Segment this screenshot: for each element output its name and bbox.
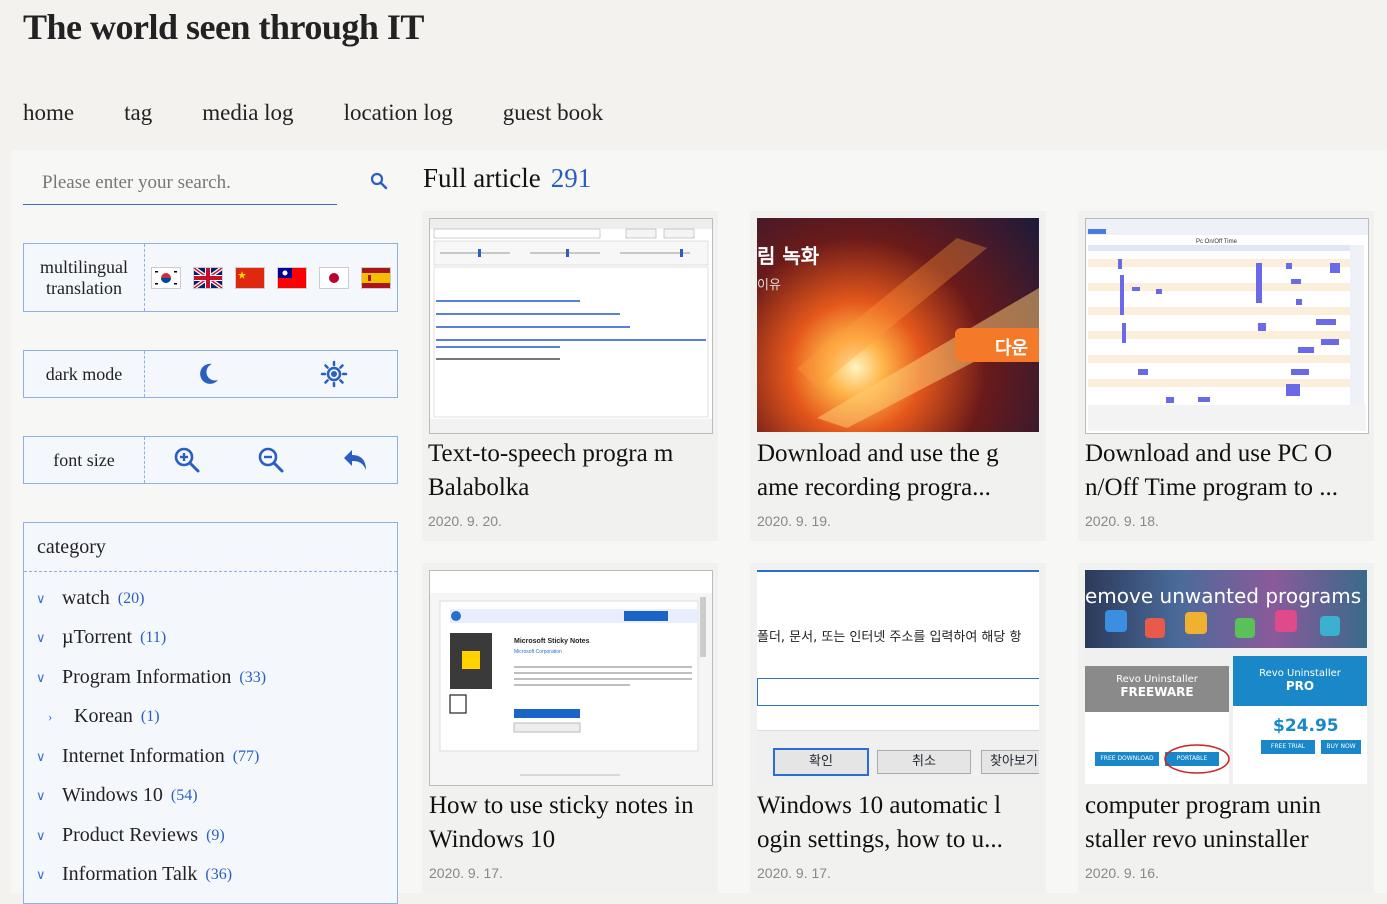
zoom-out-icon[interactable]: [257, 446, 285, 474]
thumb-browse-button: 찾아보기: [981, 750, 1039, 774]
reset-arrow-icon[interactable]: [341, 447, 369, 473]
flag-china-icon[interactable]: [235, 266, 265, 289]
category-name: Information Talk: [62, 863, 198, 885]
category-item-internet-information[interactable]: ∨ Internet Information (77): [36, 745, 259, 768]
dark-mode-box: dark mode: [23, 350, 398, 398]
article-thumbnail[interactable]: emove unwanted programs Revo Uninstaller…: [1085, 570, 1367, 784]
thumb-overlay-subtext: 이유: [757, 278, 781, 293]
category-item-information-talk[interactable]: ∨ Information Talk (36): [36, 863, 232, 886]
thumb-app-vendor: Microsoft Corporation: [514, 649, 562, 655]
chevron-down-icon: ∨: [36, 866, 46, 882]
main-nav: home tag media log location log guest bo…: [23, 100, 653, 126]
article-title[interactable]: Download and use the g ame recording pro…: [757, 437, 1041, 505]
category-count: (36): [205, 865, 233, 883]
category-count: (20): [117, 589, 145, 607]
nav-media-log[interactable]: media log: [202, 100, 293, 126]
category-item-program-information[interactable]: ∨ Program Information (33): [36, 666, 266, 689]
thumb-dialog-text: 폴더, 문서, 또는 인터넷 주소를 입력하여 해당 항: [757, 630, 1022, 645]
page-title: Full article 291: [423, 163, 591, 194]
article-title[interactable]: computer program unin staller revo unins…: [1085, 789, 1369, 857]
chevron-down-icon: ∨: [36, 827, 46, 843]
category-name: Product Reviews: [62, 824, 199, 846]
dark-mode-label: dark mode: [24, 351, 145, 397]
category-item-korean[interactable]: › Korean (1): [48, 705, 160, 728]
chevron-right-icon: ›: [48, 708, 53, 724]
flag-spain-icon[interactable]: [361, 266, 391, 289]
nav-home[interactable]: home: [23, 100, 74, 126]
thumb-ok-button: 확인: [773, 748, 869, 776]
article-thumbnail[interactable]: [429, 218, 713, 434]
heading-label: Full article: [423, 163, 541, 193]
translation-box: multilingual translation: [23, 243, 398, 312]
category-name: watch: [62, 587, 110, 609]
category-count: (33): [239, 668, 267, 686]
thumb-cancel-button: 취소: [877, 750, 971, 774]
chevron-down-icon: ∨: [36, 787, 46, 803]
category-name: Program Information: [62, 666, 232, 688]
category-item-watch[interactable]: ∨ watch (20): [36, 587, 144, 610]
category-count: (77): [232, 747, 260, 765]
translation-label: multilingual translation: [24, 244, 145, 311]
category-count: (11): [140, 628, 167, 646]
category-box: category ∨ watch (20) ∨ µTorrent (11) ∨ Progr…: [23, 522, 398, 904]
nav-guest-book[interactable]: guest book: [503, 100, 603, 126]
chevron-down-icon: ∨: [36, 590, 46, 606]
article-thumbnail[interactable]: 폴더, 문서, 또는 인터넷 주소를 입력하여 해당 항 확인 취소 찾아보기: [757, 570, 1039, 786]
chevron-down-icon: ∨: [36, 748, 46, 764]
article-title[interactable]: Windows 10 automatic l ogin settings, ho…: [757, 789, 1041, 857]
font-size-box: font size: [23, 436, 398, 484]
search-icon[interactable]: [370, 172, 388, 190]
thumb-download-label: 다운: [995, 338, 1029, 359]
font-size-label: font size: [24, 437, 145, 483]
article-count: 291: [550, 163, 592, 193]
sun-icon[interactable]: [320, 360, 348, 388]
article-date: 2020. 9. 20.: [428, 513, 502, 529]
site-title[interactable]: The world seen through IT: [23, 6, 424, 48]
article-title[interactable]: Text-to-speech progra m Balabolka: [428, 437, 712, 505]
nav-location-log[interactable]: location log: [344, 100, 453, 126]
article-date: 2020. 9. 19.: [757, 513, 831, 529]
article-date: 2020. 9. 17.: [757, 865, 831, 881]
thumb-free-trial: FREE TRIAL: [1261, 740, 1315, 754]
thumb-input: [757, 678, 1039, 706]
moon-icon[interactable]: [195, 361, 221, 387]
thumb-overlay-text: 림 녹화: [757, 244, 820, 268]
article-title[interactable]: How to use sticky notes in Windows 10: [429, 789, 713, 857]
nav-tag[interactable]: tag: [124, 100, 152, 126]
article-date: 2020. 9. 18.: [1085, 513, 1159, 529]
flag-japan-icon[interactable]: [319, 266, 349, 289]
article-date: 2020. 9. 17.: [429, 865, 503, 881]
category-name: Korean: [74, 705, 133, 727]
search-input[interactable]: Please enter your search.: [23, 160, 337, 205]
category-count: (9): [206, 826, 225, 844]
category-item-product-reviews[interactable]: ∨ Product Reviews (9): [36, 824, 225, 847]
article-thumbnail[interactable]: Pc On/Off Time: [1085, 218, 1369, 434]
article-date: 2020. 9. 16.: [1085, 865, 1159, 881]
zoom-in-icon[interactable]: [173, 446, 201, 474]
thumb-buy-now: BUY NOW: [1321, 740, 1361, 754]
category-name: Internet Information: [62, 745, 225, 767]
category-count: (54): [170, 786, 198, 804]
flag-taiwan-icon[interactable]: [277, 266, 307, 289]
chevron-down-icon: ∨: [36, 629, 46, 645]
flag-korea-icon[interactable]: [151, 266, 181, 289]
category-name: Windows 10: [62, 784, 163, 806]
category-count: (1): [140, 707, 160, 725]
flag-uk-icon[interactable]: [193, 266, 223, 289]
category-item-windows-10[interactable]: ∨ Windows 10 (54): [36, 784, 198, 807]
chevron-down-icon: ∨: [36, 669, 46, 685]
thumb-chart-title: Pc On/Off Time: [1196, 239, 1238, 245]
article-title[interactable]: Download and use PC O n/Off Time program…: [1085, 437, 1369, 505]
category-item-utorrent[interactable]: ∨ µTorrent (11): [36, 626, 166, 649]
search-placeholder: Please enter your search.: [42, 172, 231, 193]
article-thumbnail[interactable]: 림 녹화 이유 다운: [757, 218, 1039, 432]
thumb-app-name: Microsoft Sticky Notes: [514, 638, 590, 645]
article-thumbnail[interactable]: Microsoft Sticky Notes Microsoft Corpora…: [429, 570, 713, 786]
category-heading: category: [24, 523, 397, 572]
category-name: µTorrent: [62, 626, 133, 648]
